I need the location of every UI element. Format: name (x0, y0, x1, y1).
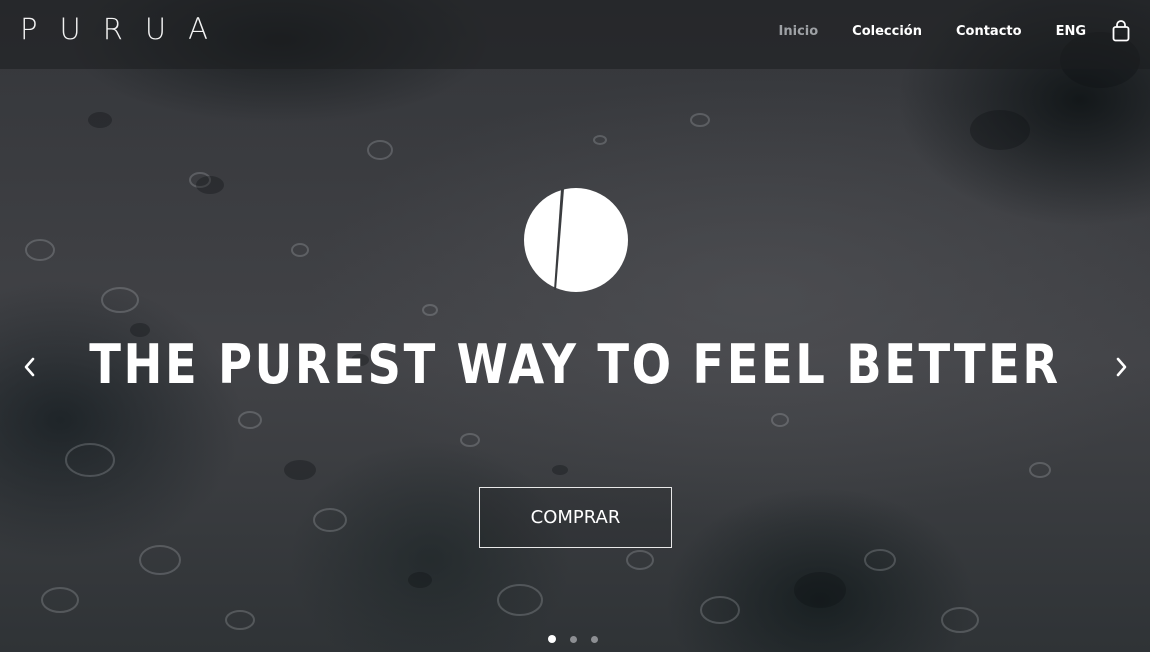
slide-dot-3[interactable] (591, 635, 598, 643)
hero-slider: PURUA Inicio Colección Contacto ENG THE … (0, 0, 1150, 652)
nav-item-contacto[interactable]: Contacto (956, 24, 1022, 39)
shopping-bag-icon[interactable] (1112, 20, 1130, 42)
hero-headline: THE PUREST WAY TO FEEL BETTER (89, 333, 1061, 396)
chevron-left-icon[interactable] (20, 355, 40, 379)
purua-emblem-icon (524, 188, 628, 292)
slide-dot-2[interactable] (570, 635, 577, 643)
top-navigation-bar: PURUA Inicio Colección Contacto ENG (0, 0, 1150, 69)
chevron-right-icon[interactable] (1111, 355, 1131, 379)
main-nav: Inicio Colección Contacto ENG (745, 0, 1150, 62)
slider-pagination (548, 633, 612, 645)
nav-item-inicio[interactable]: Inicio (779, 24, 819, 39)
slide-dot-1[interactable] (548, 635, 556, 643)
brand-logo[interactable]: PURUA (20, 12, 230, 46)
nav-item-coleccion[interactable]: Colección (852, 24, 922, 39)
nav-item-language[interactable]: ENG (1056, 24, 1086, 39)
comprar-button[interactable]: COMPRAR (479, 487, 672, 548)
water-bubbles-background (25, 32, 1140, 633)
